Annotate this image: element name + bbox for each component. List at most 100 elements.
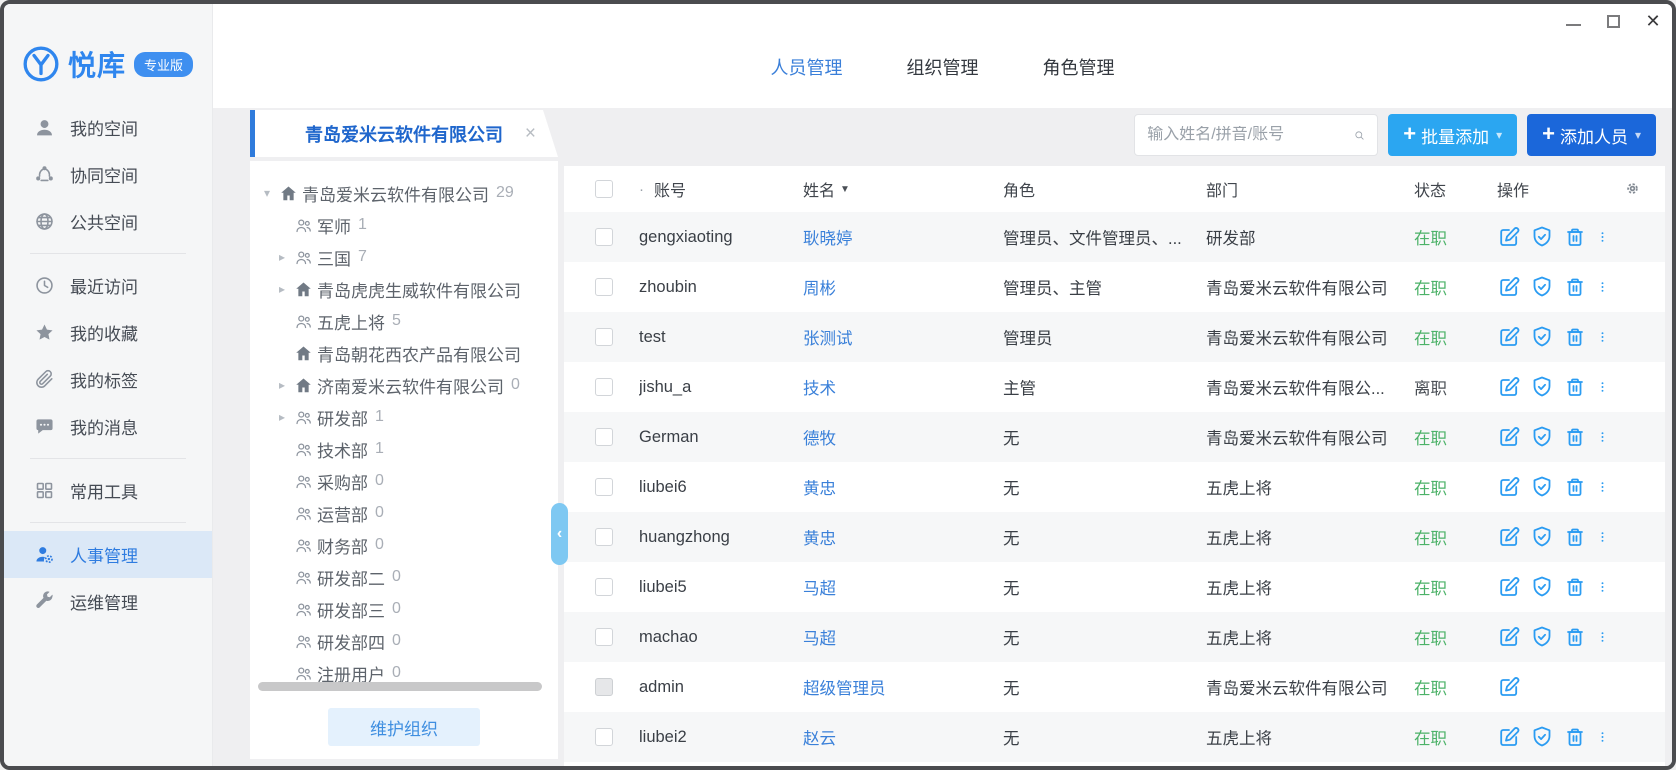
- sidebar-item-tools[interactable]: 常用工具: [4, 467, 212, 514]
- maximize-button[interactable]: [1604, 12, 1622, 30]
- tree-node[interactable]: ▸ 青岛虎虎生威软件有限公司: [258, 273, 558, 305]
- edit-icon[interactable]: [1497, 475, 1521, 499]
- sidebar-item-public-space[interactable]: 公共空间: [4, 198, 212, 245]
- name-link[interactable]: 耿晓婷: [803, 225, 1003, 249]
- tree-node[interactable]: 研发部四 0: [258, 625, 558, 657]
- trash-icon[interactable]: [1563, 575, 1587, 599]
- row-checkbox[interactable]: [595, 728, 613, 746]
- trash-icon[interactable]: [1563, 425, 1587, 449]
- sidebar-item-messages[interactable]: 我的消息: [4, 403, 212, 450]
- batch-add-button[interactable]: + 批量添加 ▾: [1388, 114, 1517, 156]
- trash-icon[interactable]: [1563, 475, 1587, 499]
- shield-check-icon[interactable]: [1530, 275, 1554, 299]
- sidebar-item-tags[interactable]: 我的标签: [4, 356, 212, 403]
- edit-icon[interactable]: [1497, 725, 1521, 749]
- name-link[interactable]: 赵云: [803, 725, 1003, 749]
- org-tab-close-icon[interactable]: ×: [525, 123, 536, 145]
- expand-arrow-icon[interactable]: ▾: [264, 186, 279, 200]
- more-icon[interactable]: [1596, 375, 1609, 399]
- sidebar-item-hr-management[interactable]: 人事管理: [4, 531, 212, 578]
- tree-node[interactable]: 技术部 1: [258, 433, 558, 465]
- tree-node[interactable]: 军师 1: [258, 209, 558, 241]
- trash-icon[interactable]: [1563, 725, 1587, 749]
- collapsed-arrow-icon[interactable]: ▸: [279, 282, 294, 296]
- more-icon[interactable]: [1596, 725, 1609, 749]
- horizontal-scrollbar[interactable]: [258, 682, 542, 691]
- shield-check-icon[interactable]: [1530, 575, 1554, 599]
- tree-node[interactable]: ▸ 济南爱米云软件有限公司 0: [258, 369, 558, 401]
- shield-check-icon[interactable]: [1530, 625, 1554, 649]
- shield-check-icon[interactable]: [1530, 525, 1554, 549]
- edit-icon[interactable]: [1497, 425, 1521, 449]
- name-link[interactable]: 黄忠: [803, 475, 1003, 499]
- collapsed-arrow-icon[interactable]: ▸: [279, 378, 294, 392]
- sidebar-item-my-space[interactable]: 我的空间: [4, 104, 212, 151]
- sidebar-item-recent[interactable]: 最近访问: [4, 262, 212, 309]
- name-link[interactable]: 德牧: [803, 425, 1003, 449]
- tree-node[interactable]: 财务部 0: [258, 529, 558, 561]
- add-person-button[interactable]: + 添加人员 ▾: [1527, 114, 1656, 156]
- row-checkbox[interactable]: [595, 278, 613, 296]
- tree-node[interactable]: ▸ 研发部 1: [258, 401, 558, 433]
- more-icon[interactable]: [1596, 525, 1609, 549]
- column-role[interactable]: 角色: [1003, 177, 1206, 201]
- name-link[interactable]: 技术: [803, 375, 1003, 399]
- row-checkbox[interactable]: [595, 578, 613, 596]
- tab-roles[interactable]: 角色管理: [1043, 54, 1115, 80]
- column-account[interactable]: 账号: [654, 177, 686, 201]
- row-checkbox[interactable]: [595, 478, 613, 496]
- tree-node[interactable]: 青岛朝花西农产品有限公司: [258, 337, 558, 369]
- edit-icon[interactable]: [1497, 325, 1521, 349]
- shield-check-icon[interactable]: [1530, 475, 1554, 499]
- search-icon[interactable]: [1354, 126, 1365, 145]
- edit-icon[interactable]: [1497, 275, 1521, 299]
- edit-icon[interactable]: [1497, 375, 1521, 399]
- trash-icon[interactable]: [1563, 325, 1587, 349]
- more-icon[interactable]: [1596, 625, 1609, 649]
- row-checkbox[interactable]: [595, 628, 613, 646]
- column-name[interactable]: 姓名: [803, 177, 835, 201]
- more-icon[interactable]: [1596, 325, 1609, 349]
- close-button[interactable]: ✕: [1644, 12, 1662, 30]
- tab-personnel[interactable]: 人员管理: [771, 54, 843, 80]
- tree-node[interactable]: 采购部 0: [258, 465, 558, 497]
- shield-check-icon[interactable]: [1530, 225, 1554, 249]
- collapsed-arrow-icon[interactable]: ▸: [279, 250, 294, 264]
- minimize-button[interactable]: [1564, 12, 1582, 30]
- edit-icon[interactable]: [1497, 525, 1521, 549]
- select-all-checkbox[interactable]: [595, 180, 613, 198]
- edit-icon[interactable]: [1497, 575, 1521, 599]
- row-checkbox[interactable]: [595, 328, 613, 346]
- name-link[interactable]: 马超: [803, 625, 1003, 649]
- edit-icon[interactable]: [1497, 225, 1521, 249]
- trash-icon[interactable]: [1563, 275, 1587, 299]
- tree-node[interactable]: ▸ 三国 7: [258, 241, 558, 273]
- edit-icon[interactable]: [1497, 675, 1521, 699]
- row-checkbox[interactable]: [595, 528, 613, 546]
- tree-node[interactable]: 五虎上将 5: [258, 305, 558, 337]
- edit-icon[interactable]: [1497, 625, 1521, 649]
- panel-collapse-handle[interactable]: ‹: [551, 503, 568, 565]
- more-icon[interactable]: [1596, 275, 1609, 299]
- org-tab[interactable]: 青岛爱米云软件有限公司 ×: [250, 110, 558, 157]
- more-icon[interactable]: [1596, 225, 1609, 249]
- trash-icon[interactable]: [1563, 625, 1587, 649]
- collapsed-arrow-icon[interactable]: ▸: [279, 410, 294, 424]
- more-icon[interactable]: [1596, 575, 1609, 599]
- row-checkbox[interactable]: [595, 428, 613, 446]
- trash-icon[interactable]: [1563, 375, 1587, 399]
- shield-check-icon[interactable]: [1530, 375, 1554, 399]
- row-checkbox[interactable]: [595, 378, 613, 396]
- tree-node[interactable]: 运营部 0: [258, 497, 558, 529]
- sidebar-item-collab-space[interactable]: 协同空间: [4, 151, 212, 198]
- sort-caret-icon[interactable]: ▼: [840, 184, 850, 195]
- tree-node-root[interactable]: ▾ 青岛爱米云软件有限公司 29: [258, 177, 558, 209]
- tab-organization[interactable]: 组织管理: [907, 54, 979, 80]
- sidebar-item-favorites[interactable]: 我的收藏: [4, 309, 212, 356]
- trash-icon[interactable]: [1563, 225, 1587, 249]
- column-status[interactable]: 状态: [1414, 177, 1497, 201]
- name-link[interactable]: 周彬: [803, 275, 1003, 299]
- name-link[interactable]: 马超: [803, 575, 1003, 599]
- maintain-org-button[interactable]: 维护组织: [328, 708, 480, 746]
- search-input[interactable]: [1147, 126, 1354, 144]
